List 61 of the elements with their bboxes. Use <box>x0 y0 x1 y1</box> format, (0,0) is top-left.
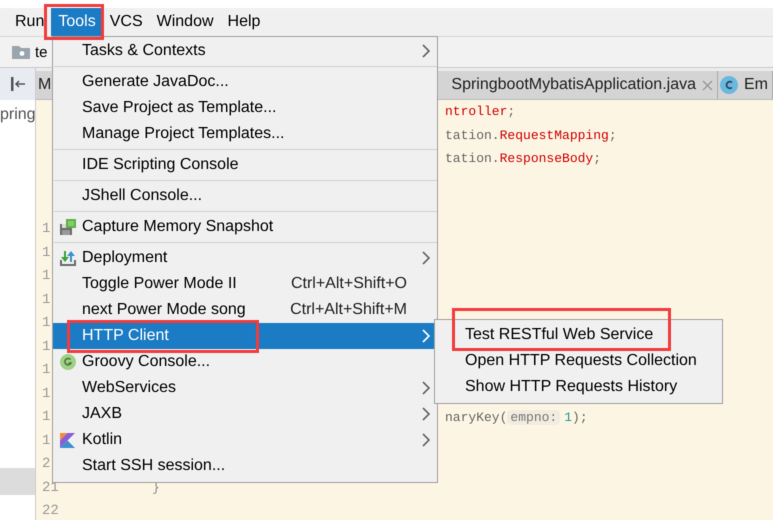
memory-snapshot-icon <box>58 218 76 236</box>
menu-item[interactable]: Deployment <box>53 245 437 271</box>
line-number: 1 <box>42 244 50 261</box>
line-number: 1 <box>42 268 50 284</box>
menu-item[interactable]: JAXB <box>53 401 437 427</box>
menu-item[interactable]: Open HTTP Requests Collection <box>435 348 722 374</box>
menu-item[interactable]: Toggle Power Mode II Ctrl+Alt+Shift+O <box>53 271 437 297</box>
menu-item[interactable]: HTTP Client <box>53 323 437 349</box>
line-number: 2 <box>42 456 50 472</box>
code-text: ntroller <box>445 104 508 120</box>
menu-item[interactable]: Kotlin <box>53 427 437 453</box>
menu-bar-item[interactable]: VCS <box>102 8 150 36</box>
groovy-icon <box>60 354 76 370</box>
line-number: 1 <box>42 362 50 378</box>
menu-bar-item[interactable]: Run <box>8 8 52 36</box>
project-tree-item[interactable]: pring <box>0 106 35 124</box>
code-text: RequestMapping <box>500 128 609 143</box>
editor-tab[interactable]: SpringbootMybatisApplication.java <box>449 71 718 99</box>
code-text: naryKey( <box>445 410 508 425</box>
menu-item[interactable]: Tasks & Contexts <box>53 38 437 64</box>
menu-item[interactable]: Capture Memory Snapshot <box>53 214 437 240</box>
code-text: 1 <box>564 410 572 425</box>
line-number: 1 <box>42 432 50 449</box>
code-text: tation. <box>445 151 500 166</box>
annotation-box <box>44 4 104 40</box>
menu-item[interactable]: Show HTTP Requests History <box>435 374 722 400</box>
shortcut-text: Ctrl+Alt+Shift+M <box>290 301 407 319</box>
line-number: 22 <box>42 503 59 520</box>
line-number: 1 <box>42 292 50 308</box>
code-text: tation. <box>445 128 500 143</box>
panel-strip <box>0 468 35 495</box>
line-number: 1 <box>42 409 50 426</box>
menu-item[interactable]: IDE Scripting Console <box>53 152 437 178</box>
menu-item[interactable]: Manage Project Templates... <box>53 121 437 147</box>
menu-item[interactable]: Start SSH session... <box>53 453 437 479</box>
line-number: 1 <box>42 338 50 355</box>
code-text: ResponseBody <box>500 151 594 166</box>
editor-tab[interactable]: Em <box>718 71 773 99</box>
menu-bar-item[interactable]: Help <box>220 8 268 36</box>
shortcut-text: Ctrl+Alt+Shift+O <box>290 275 407 293</box>
deployment-icon <box>58 249 76 267</box>
line-number: 1 <box>42 315 50 332</box>
menu-item[interactable]: next Power Mode song Ctrl+Alt+Shift+M <box>53 297 437 323</box>
collapse-icon[interactable] <box>10 76 26 92</box>
menu-item[interactable]: JShell Console... <box>53 183 437 209</box>
parameter-hint: empno: <box>507 410 560 425</box>
menu-item[interactable]: Groovy Console... <box>53 349 437 375</box>
code-text: ; <box>593 151 602 166</box>
kotlin-icon <box>60 432 75 448</box>
menu-bar-item[interactable]: Window <box>150 8 221 36</box>
code-text: ); <box>572 410 588 425</box>
menu-item[interactable]: WebServices <box>53 375 437 401</box>
code-text: ; <box>608 128 617 143</box>
line-number: 1 <box>42 386 50 402</box>
class-icon <box>720 76 738 94</box>
line-number: 21 <box>42 480 59 496</box>
folder-icon <box>12 45 30 59</box>
line-number: 1 <box>42 221 50 238</box>
menu-bar-item[interactable]: Tools <box>51 8 103 36</box>
code-text: ; <box>507 104 516 120</box>
breadcrumb[interactable]: te <box>35 44 48 60</box>
